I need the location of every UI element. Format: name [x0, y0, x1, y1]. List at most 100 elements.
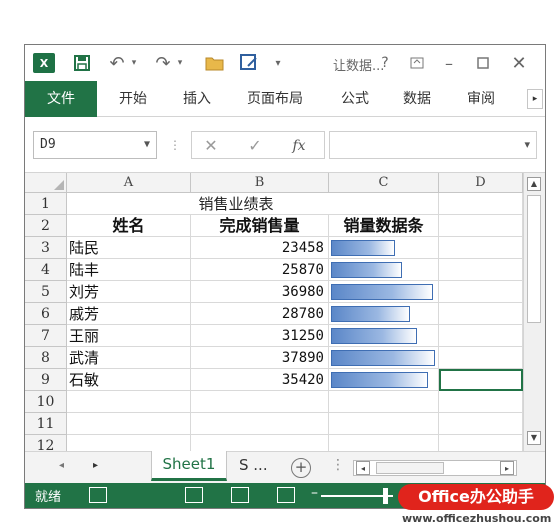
page-layout-view-icon[interactable]	[231, 487, 249, 503]
zoom-out-icon[interactable]: –	[311, 485, 318, 501]
cell[interactable]	[439, 215, 523, 237]
customize-qat-icon[interactable]: ▾	[271, 45, 285, 81]
name-cell[interactable]: 陆民	[67, 237, 191, 259]
minimize-icon[interactable]: –	[439, 45, 459, 81]
tab-sheet1[interactable]: Sheet1	[151, 451, 227, 481]
select-all-corner[interactable]	[25, 173, 67, 193]
cell[interactable]	[405, 193, 439, 215]
row-header-2[interactable]: 2	[25, 215, 67, 237]
value-cell[interactable]: 35420	[191, 369, 329, 391]
cell[interactable]	[439, 325, 523, 347]
sheet-next-icon[interactable]: ▸	[93, 460, 98, 471]
column-header-b[interactable]: B	[191, 173, 329, 193]
scroll-right-icon[interactable]: ▸	[500, 461, 514, 475]
databar-cell[interactable]	[329, 281, 439, 303]
enter-check-icon[interactable]: ✓	[242, 132, 268, 160]
close-icon[interactable]: ✕	[509, 45, 529, 81]
add-sheet-button[interactable]: +	[291, 458, 311, 478]
row-header-10[interactable]: 10	[25, 391, 67, 413]
row-header-7[interactable]: 7	[25, 325, 67, 347]
name-box[interactable]: D9 ▼	[33, 131, 157, 159]
databar-cell[interactable]	[329, 259, 439, 281]
tab-formulas[interactable]: 公式	[341, 81, 369, 117]
databar-cell[interactable]	[329, 237, 439, 259]
redo-icon[interactable]: ↷	[151, 45, 175, 81]
zoom-slider-knob[interactable]	[383, 488, 388, 504]
scroll-left-icon[interactable]: ◂	[356, 461, 370, 475]
tab-review[interactable]: 审阅	[467, 81, 495, 117]
row-header-4[interactable]: 4	[25, 259, 67, 281]
tab-more-sheets[interactable]: S ...	[239, 456, 268, 474]
scroll-thumb[interactable]	[527, 195, 541, 323]
name-cell[interactable]: 王丽	[67, 325, 191, 347]
cell[interactable]	[67, 435, 191, 451]
column-header-d[interactable]: D	[439, 173, 523, 193]
cell[interactable]	[67, 391, 191, 413]
header-cell-name[interactable]: 姓名	[67, 215, 191, 237]
cell[interactable]	[67, 413, 191, 435]
vertical-scrollbar[interactable]: ▲ ▼	[523, 173, 545, 451]
name-cell[interactable]: 武清	[67, 347, 191, 369]
table-title-cell[interactable]: 销售业绩表	[67, 193, 405, 215]
tab-splitter-icon[interactable]: ⋮	[331, 457, 345, 473]
scroll-down-icon[interactable]: ▼	[527, 431, 541, 445]
cell[interactable]	[191, 413, 329, 435]
cell[interactable]	[439, 435, 523, 451]
cell[interactable]	[329, 435, 439, 451]
cell[interactable]	[439, 281, 523, 303]
cell[interactable]	[439, 413, 523, 435]
row-header-11[interactable]: 11	[25, 413, 67, 435]
expand-formula-bar-icon[interactable]: ▾	[524, 132, 530, 158]
row-header-9[interactable]: 9	[25, 369, 67, 391]
macro-record-icon[interactable]	[89, 487, 107, 503]
value-cell[interactable]: 25870	[191, 259, 329, 281]
insert-function-icon[interactable]: fx	[284, 132, 314, 160]
cell[interactable]	[439, 193, 523, 215]
cell[interactable]	[329, 413, 439, 435]
databar-cell[interactable]	[329, 303, 439, 325]
tab-insert[interactable]: 插入	[183, 81, 211, 117]
tab-file[interactable]: 文件	[25, 81, 97, 117]
formula-input[interactable]: ▾	[329, 131, 537, 159]
name-cell[interactable]: 戚芳	[67, 303, 191, 325]
cell[interactable]	[439, 391, 523, 413]
tab-data[interactable]: 数据	[403, 81, 431, 117]
tab-page-layout[interactable]: 页面布局	[247, 81, 303, 117]
ribbon-scroll-right-icon[interactable]: ▸	[527, 89, 543, 109]
horizontal-scrollbar[interactable]: ◂ ▸	[353, 460, 517, 476]
value-cell[interactable]: 36980	[191, 281, 329, 303]
row-header-6[interactable]: 6	[25, 303, 67, 325]
save-icon[interactable]	[71, 45, 93, 81]
open-folder-icon[interactable]	[203, 45, 227, 81]
undo-dropdown-icon[interactable]: ▾	[129, 45, 139, 81]
databar-cell[interactable]	[329, 347, 439, 369]
row-header-12[interactable]: 12	[25, 435, 67, 451]
column-header-c[interactable]: C	[329, 173, 439, 193]
databar-cell[interactable]	[329, 369, 439, 391]
cancel-icon[interactable]: ✕	[198, 132, 224, 160]
tab-home[interactable]: 开始	[119, 81, 147, 117]
scroll-up-icon[interactable]: ▲	[527, 177, 541, 191]
normal-view-icon[interactable]	[185, 487, 203, 503]
cell[interactable]	[439, 303, 523, 325]
row-header-5[interactable]: 5	[25, 281, 67, 303]
maximize-icon[interactable]	[473, 45, 493, 81]
cell[interactable]	[191, 435, 329, 451]
undo-icon[interactable]: ↶	[105, 45, 129, 81]
ribbon-display-options-icon[interactable]	[407, 45, 427, 81]
header-cell-sales[interactable]: 完成销售量	[191, 215, 329, 237]
value-cell[interactable]: 28780	[191, 303, 329, 325]
cell[interactable]	[191, 391, 329, 413]
row-header-8[interactable]: 8	[25, 347, 67, 369]
column-header-a[interactable]: A	[67, 173, 191, 193]
chevron-down-icon[interactable]: ▼	[144, 132, 150, 158]
row-header-1[interactable]: 1	[25, 193, 67, 215]
value-cell[interactable]: 31250	[191, 325, 329, 347]
value-cell[interactable]: 23458	[191, 237, 329, 259]
sheet-prev-icon[interactable]: ◂	[59, 460, 64, 471]
name-cell[interactable]: 石敏	[67, 369, 191, 391]
value-cell[interactable]: 37890	[191, 347, 329, 369]
cell[interactable]	[329, 391, 439, 413]
worksheet-grid[interactable]: A B C D 1 2 3 4 5 6 7 8 9 10 11 12 销售业绩表…	[25, 173, 545, 451]
save-as-icon[interactable]	[237, 45, 261, 81]
